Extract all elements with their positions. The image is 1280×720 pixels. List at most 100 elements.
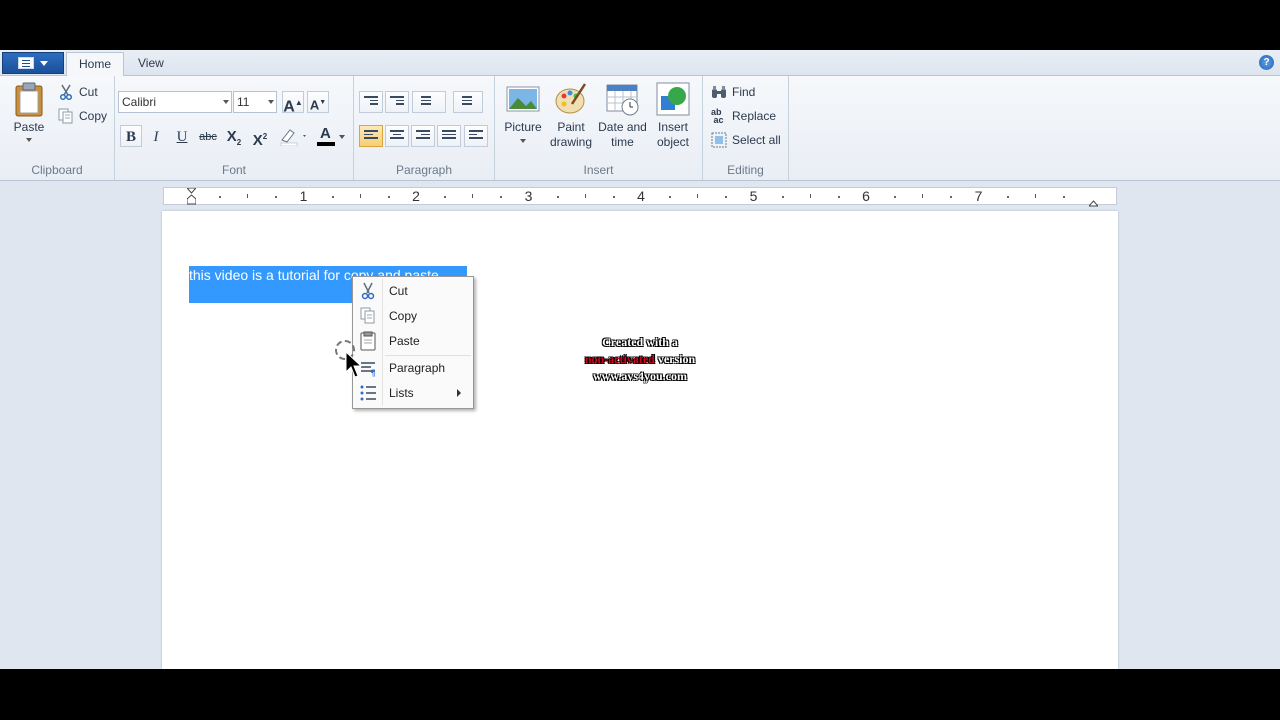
chevron-down-icon xyxy=(520,139,526,143)
justify-button[interactable] xyxy=(437,125,461,147)
decrease-indent-icon xyxy=(364,96,378,108)
subscript-button[interactable]: X2 xyxy=(223,125,245,147)
ruler-number: 7 xyxy=(974,188,983,204)
ruler-tick xyxy=(697,194,699,198)
ruler-dot xyxy=(556,196,559,198)
highlight-color-button[interactable] xyxy=(277,125,311,147)
insert-object-button[interactable]: Insert object xyxy=(650,82,696,150)
paste-button[interactable]: Paste xyxy=(8,82,50,142)
context-menu-paste[interactable]: Paste xyxy=(355,329,471,353)
editing-group-label: Editing xyxy=(727,163,764,177)
paint-palette-icon xyxy=(554,82,588,116)
ruler-dot xyxy=(781,196,784,198)
strikethrough-button[interactable]: abc xyxy=(197,125,219,147)
font-color-button[interactable]: A xyxy=(313,125,347,147)
context-menu-copy[interactable]: Copy xyxy=(355,304,471,328)
insert-group: Picture Paint drawing Date and time Inse… xyxy=(495,76,703,180)
insert-object-icon xyxy=(656,82,690,116)
underline-button[interactable]: U xyxy=(171,125,193,147)
help-icon[interactable]: ? xyxy=(1259,55,1274,70)
picture-icon xyxy=(506,82,540,116)
ribbon-tab-bar: Home View ? xyxy=(0,50,1280,77)
grow-font-button[interactable]: A▲ xyxy=(282,91,304,115)
insert-group-label: Insert xyxy=(583,163,614,177)
increase-indent-button[interactable] xyxy=(385,91,409,113)
calendar-clock-icon xyxy=(606,82,640,116)
font-size-select[interactable]: 11 xyxy=(233,91,277,113)
tab-view[interactable]: View xyxy=(126,52,176,76)
context-menu: Cut Copy Paste ¶ Paragraph Lists xyxy=(352,276,474,409)
bullet-list-button[interactable] xyxy=(412,91,446,113)
scissors-icon xyxy=(58,84,74,101)
clipboard-icon xyxy=(355,331,381,351)
font-family-value: Calibri xyxy=(122,95,157,109)
paragraph-group: Paragraph xyxy=(354,76,495,180)
align-center-button[interactable] xyxy=(385,125,409,147)
ruler-tick xyxy=(809,194,811,198)
ruler-dot xyxy=(837,196,840,198)
superscript-button[interactable]: X2 xyxy=(249,125,271,149)
paragraph-settings-button[interactable] xyxy=(464,125,488,147)
find-label: Find xyxy=(732,85,756,99)
ruler-number: 3 xyxy=(524,188,533,204)
binoculars-icon xyxy=(711,84,727,100)
align-left-button[interactable] xyxy=(359,125,383,147)
superscript-icon: X xyxy=(252,132,263,149)
line-spacing-icon xyxy=(458,96,472,108)
ruler-tick xyxy=(922,194,924,198)
application-menu-button[interactable] xyxy=(2,52,64,74)
ruler-dot xyxy=(387,196,390,198)
ruler-tick xyxy=(472,194,474,198)
paint-drawing-button[interactable]: Paint drawing xyxy=(547,82,595,150)
date-time-label-2: time xyxy=(611,135,634,149)
left-indent-marker[interactable] xyxy=(187,188,196,205)
ruler-tick xyxy=(247,194,249,198)
font-group-label: Font xyxy=(221,163,246,177)
align-left-icon xyxy=(364,130,378,142)
ruler-number: 5 xyxy=(749,188,758,204)
ruler-number: 1 xyxy=(299,188,308,204)
picture-button[interactable]: Picture xyxy=(501,82,545,143)
ruler-tick xyxy=(1034,194,1036,198)
find-button[interactable]: Find xyxy=(711,82,755,102)
italic-button[interactable]: I xyxy=(145,125,167,147)
ruler-dot xyxy=(500,196,503,198)
ruler-dot xyxy=(669,196,672,198)
shrink-font-button[interactable]: A▼ xyxy=(307,91,329,113)
select-all-button[interactable]: Select all xyxy=(711,130,781,150)
chevron-down-icon xyxy=(223,100,229,104)
context-menu-paragraph-label: Paragraph xyxy=(389,361,446,375)
line-spacing-button[interactable] xyxy=(453,91,483,113)
bold-button[interactable]: B xyxy=(120,125,142,147)
ruler-dot xyxy=(219,196,222,198)
align-center-icon xyxy=(390,130,404,142)
wordpad-window: Home View ? Paste Cut Copy Clipboard Cal… xyxy=(0,50,1280,669)
paragraph-icon xyxy=(469,130,483,142)
cut-button[interactable]: Cut xyxy=(58,82,98,102)
replace-icon: ab ac xyxy=(711,107,724,125)
paragraph-group-label: Paragraph xyxy=(395,163,453,177)
align-right-icon xyxy=(416,130,430,142)
select-all-label: Select all xyxy=(732,133,781,147)
replace-button[interactable]: ab ac Replace xyxy=(711,106,776,126)
right-indent-marker[interactable] xyxy=(1088,196,1100,207)
ribbon: Paste Cut Copy Clipboard Calibri 11 A▲ A… xyxy=(0,76,1280,181)
context-menu-lists[interactable]: Lists xyxy=(355,381,471,405)
font-family-select[interactable]: Calibri xyxy=(118,91,232,113)
watermark-line-2-rest: version xyxy=(654,352,696,366)
align-right-button[interactable] xyxy=(411,125,435,147)
replace-label: Replace xyxy=(732,109,777,123)
date-time-button[interactable]: Date and time xyxy=(595,82,650,150)
font-color-swatch xyxy=(317,142,335,146)
context-menu-paragraph[interactable]: ¶ Paragraph xyxy=(355,356,471,380)
clipboard-group-label: Clipboard xyxy=(31,163,83,177)
tab-home[interactable]: Home xyxy=(66,52,125,77)
document-page[interactable]: this video is a tutorial for copy and pa… xyxy=(162,211,1118,669)
font-size-value: 11 xyxy=(237,95,250,109)
paste-label: Paste xyxy=(13,120,45,134)
copy-button[interactable]: Copy xyxy=(58,106,107,126)
context-menu-cut[interactable]: Cut xyxy=(355,279,471,303)
decrease-indent-button[interactable] xyxy=(359,91,383,113)
ruler[interactable]: 1 2 3 4 5 6 7 xyxy=(163,187,1117,207)
ruler-dot xyxy=(612,196,615,198)
